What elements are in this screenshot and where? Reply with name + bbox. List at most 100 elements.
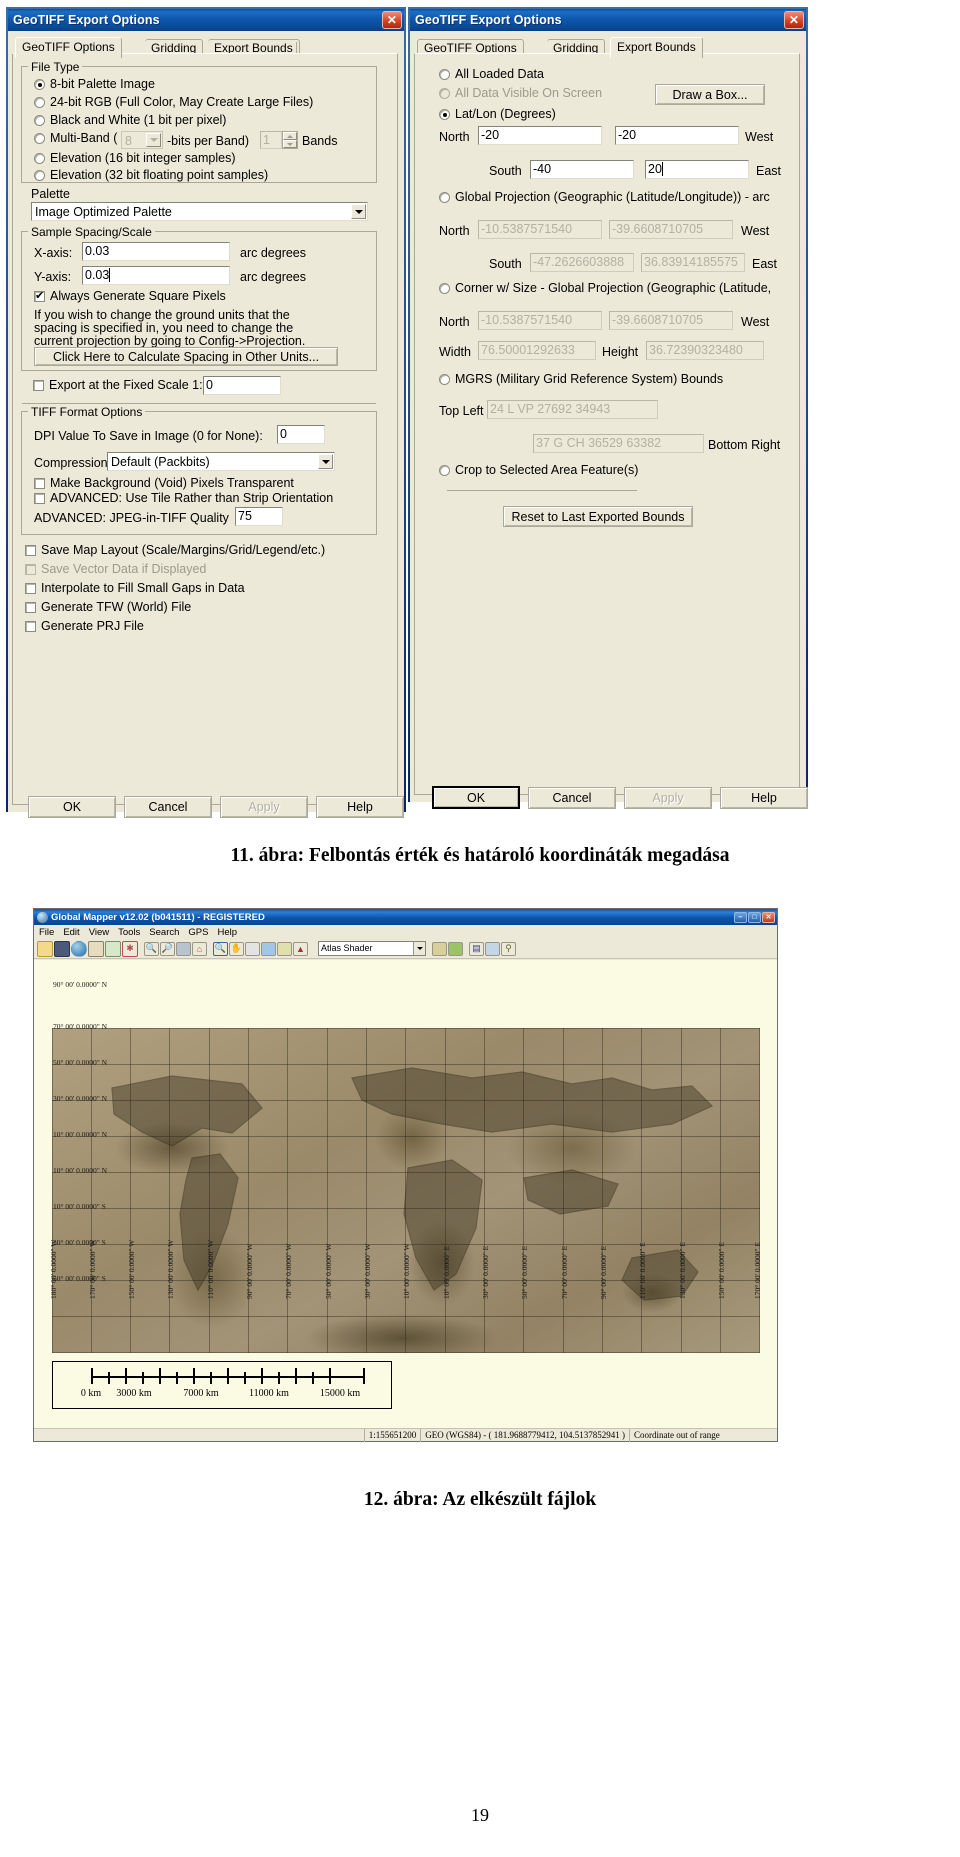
apply-button: Apply xyxy=(624,787,712,809)
zoom-out-icon[interactable]: 🔎 xyxy=(160,941,175,956)
menu-search[interactable]: Search xyxy=(149,927,179,938)
pin-icon[interactable]: ⚲ xyxy=(501,941,516,956)
left-dialog-titlebar[interactable]: GeoTIFF Export Options ✕ xyxy=(8,9,404,31)
cancel-button[interactable]: Cancel xyxy=(124,796,212,818)
globe-icon[interactable] xyxy=(71,940,87,957)
grab-pan-icon[interactable]: ✋ xyxy=(229,941,244,956)
geotiff-export-options-dialog-right: GeoTIFF Export Options ✕ GeoTIFF Options… xyxy=(408,7,808,809)
calculate-spacing-button[interactable]: Click Here to Calculate Spacing in Other… xyxy=(34,347,338,366)
mgrs-bottomright-label: Bottom Right xyxy=(708,438,781,452)
pan-zoom-icon[interactable]: 🔍 xyxy=(213,941,228,956)
zoom-to-selection-icon[interactable] xyxy=(176,941,191,956)
draw-a-box-button[interactable]: Draw a Box... xyxy=(655,84,765,105)
gp-north-input[interactable]: -10.5387571540 xyxy=(478,220,602,239)
latlon-north-input[interactable]: -20 xyxy=(478,126,602,145)
help-button[interactable]: Help xyxy=(720,787,808,809)
cs-west-input[interactable]: -39.6608710705 xyxy=(609,311,733,330)
menu-gps[interactable]: GPS xyxy=(188,927,208,938)
close-icon[interactable]: ✕ xyxy=(784,11,804,29)
globe-icon xyxy=(37,911,48,923)
chevron-down-icon[interactable] xyxy=(413,942,425,955)
stepper-up-icon[interactable] xyxy=(283,132,297,140)
shader-combo[interactable]: Atlas Shader xyxy=(318,941,426,956)
menu-tools[interactable]: Tools xyxy=(118,927,140,938)
vector-icon[interactable] xyxy=(485,941,500,956)
ok-button[interactable]: OK xyxy=(432,786,520,809)
jpeg-quality-input[interactable]: 75 xyxy=(235,507,283,526)
radio-indicator xyxy=(34,79,45,90)
menu-help[interactable]: Help xyxy=(217,927,237,938)
minimize-icon[interactable]: – xyxy=(734,911,747,923)
global-mapper-window: Global Mapper v12.02 (b041511) - REGISTE… xyxy=(33,908,778,1442)
palette-combo[interactable]: Image Optimized Palette xyxy=(31,202,368,221)
open-folder-icon[interactable] xyxy=(37,940,53,957)
multiband-bits-combo[interactable]: 8 xyxy=(121,131,163,149)
ok-button[interactable]: OK xyxy=(28,796,116,818)
grid-line-vertical xyxy=(720,1028,721,1353)
latlon-west-input[interactable]: -20 xyxy=(615,126,739,145)
overlay-control-icon[interactable] xyxy=(105,940,121,957)
dpi-input[interactable]: 0 xyxy=(277,425,325,444)
grid-icon[interactable]: ▤ xyxy=(469,941,484,956)
zoom-in-icon[interactable]: 🔍 xyxy=(144,941,159,956)
gp-south-input[interactable]: -47.2626603888 xyxy=(530,253,634,272)
mgrs-topleft-input[interactable]: 24 L VP 27692 34943 xyxy=(487,400,658,419)
multiband-bands-input[interactable]: 1 xyxy=(260,131,282,149)
shader-options-icon[interactable] xyxy=(432,941,447,956)
cs-height-input[interactable]: 36.72390323480 xyxy=(646,341,764,360)
sun-shader-icon[interactable]: ✱ xyxy=(122,940,138,957)
shader-combo-value: Atlas Shader xyxy=(321,943,373,953)
chevron-down-icon[interactable] xyxy=(146,133,161,147)
map-canvas[interactable]: 90° 00' 0.0000" N 70° 00' 0.0000" N 50° … xyxy=(34,960,777,1428)
cs-width-input[interactable]: 76.50001292633 xyxy=(478,341,596,360)
checkbox-label: Save Map Layout (Scale/Margins/Grid/Lege… xyxy=(41,543,326,557)
latlon-south-label: South xyxy=(489,164,522,178)
cancel-button[interactable]: Cancel xyxy=(528,787,616,809)
tab-label: GeoTIFF Options xyxy=(22,40,115,54)
tab-export-bounds[interactable]: Export Bounds xyxy=(610,37,703,58)
fixed-scale-input[interactable]: 0 xyxy=(203,376,281,395)
close-icon[interactable]: ✕ xyxy=(762,911,775,923)
compression-combo[interactable]: Default (Packbits) xyxy=(107,452,335,471)
jpeg-quality-value: 75 xyxy=(238,509,252,523)
latlon-south-input[interactable]: -40 xyxy=(530,160,634,179)
menu-view[interactable]: View xyxy=(89,927,109,938)
measure-icon[interactable] xyxy=(245,941,260,956)
chevron-down-icon[interactable] xyxy=(351,204,366,219)
menu-edit[interactable]: Edit xyxy=(63,927,79,938)
grid-line-horizontal xyxy=(52,1100,760,1101)
tab-geotiff-options[interactable]: GeoTIFF Options xyxy=(15,37,122,58)
gp-west-input[interactable]: -39.6608710705 xyxy=(609,220,733,239)
stepper-down-icon[interactable] xyxy=(283,140,297,148)
gp-south-value: -47.2626603888 xyxy=(533,255,625,269)
path-profile-icon[interactable]: ▲ xyxy=(293,941,308,956)
gp-east-label: East xyxy=(752,257,778,271)
maximize-icon[interactable]: □ xyxy=(748,911,761,923)
chevron-down-icon[interactable] xyxy=(318,454,333,469)
x-axis-label: X-axis: xyxy=(34,246,73,260)
mgrs-bottomright-input[interactable]: 37 G CH 36529 63382 xyxy=(533,434,704,453)
close-icon[interactable]: ✕ xyxy=(382,11,402,29)
layers-icon[interactable] xyxy=(88,940,104,957)
longitude-label: 70° 00' 0.0000" W xyxy=(284,1243,293,1299)
elevation-legend-icon[interactable] xyxy=(448,941,463,956)
save-icon[interactable] xyxy=(54,940,70,957)
help-button[interactable]: Help xyxy=(316,796,404,818)
x-axis-value: 0.03 xyxy=(85,244,110,258)
gp-east-input[interactable]: 36.83914185575 xyxy=(641,253,745,272)
figure-12-caption-number: 12. ábra: xyxy=(363,1489,443,1510)
right-dialog-titlebar[interactable]: GeoTIFF Export Options ✕ xyxy=(410,9,806,31)
global-mapper-titlebar[interactable]: Global Mapper v12.02 (b041511) - REGISTE… xyxy=(34,909,777,925)
multiband-bands-stepper[interactable] xyxy=(282,131,298,149)
cs-north-input[interactable]: -10.5387571540 xyxy=(478,311,602,330)
reset-to-last-exported-bounds-button[interactable]: Reset to Last Exported Bounds xyxy=(503,506,693,527)
digitizer-icon[interactable] xyxy=(277,941,292,956)
latlon-east-input[interactable]: 20 xyxy=(645,160,749,179)
x-axis-input[interactable]: 0.03 xyxy=(82,242,230,261)
feature-info-icon[interactable] xyxy=(261,941,276,956)
y-axis-input[interactable]: 0.03 xyxy=(82,266,230,285)
menu-file[interactable]: File xyxy=(39,927,54,938)
latlon-north-value: -20 xyxy=(481,128,500,142)
checkbox-indicator xyxy=(25,621,36,632)
zoom-full-icon[interactable]: ⌂ xyxy=(192,941,207,956)
